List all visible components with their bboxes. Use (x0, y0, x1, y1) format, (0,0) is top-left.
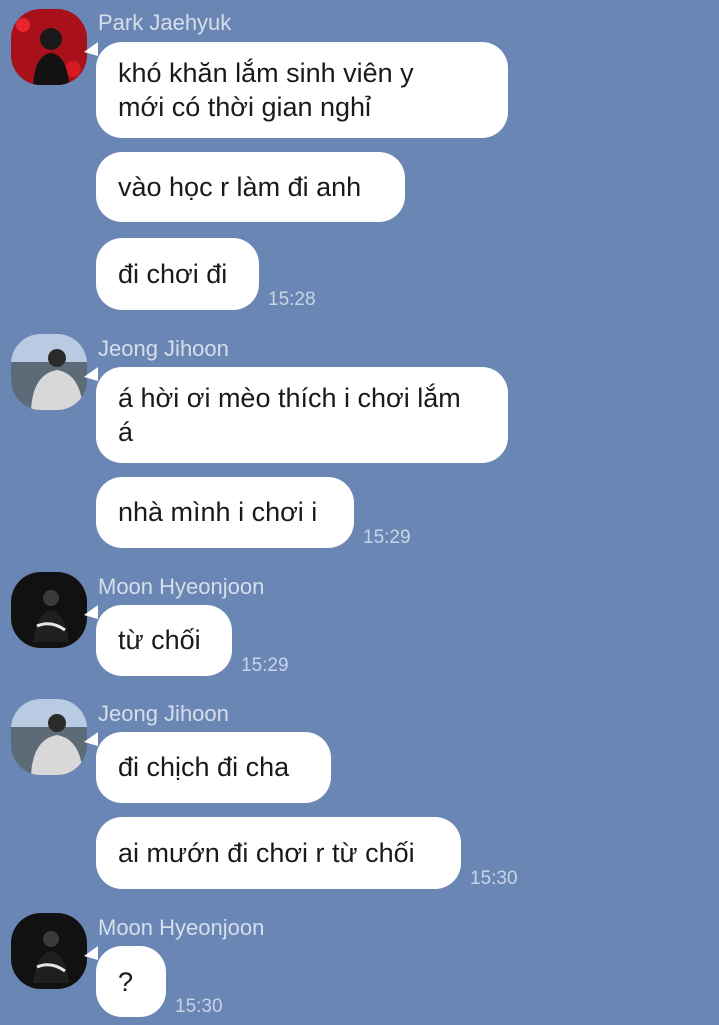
bubble-tail (84, 367, 98, 381)
message-bubble[interactable]: đi chơi đi (96, 238, 259, 310)
message-text: khó khăn lắm sinh viên y (118, 58, 414, 88)
message-time: 15:29 (363, 527, 411, 548)
message-text: đi chịch đi cha (118, 752, 290, 782)
message-time: 15:30 (470, 868, 518, 889)
sender-name: Moon Hyeonjoon (98, 574, 265, 599)
message-time: 15:30 (175, 996, 223, 1017)
message-bubble[interactable]: vào học r làm đi anh (96, 152, 405, 222)
bubble-tail (84, 605, 98, 619)
avatar-dark-image (11, 572, 87, 648)
avatar[interactable] (11, 572, 87, 648)
chat-screen: { "colors": { "background": "#6a86b5", "… (0, 0, 719, 1025)
message-time: 15:29 (241, 655, 289, 676)
avatar-photo-image (11, 334, 87, 410)
message-bubble[interactable]: ? (96, 946, 166, 1017)
avatar-photo-image (11, 699, 87, 775)
avatar[interactable] (11, 9, 87, 85)
avatar-dark-image (11, 913, 87, 989)
message-text: ? (118, 967, 134, 997)
sender-name: Park Jaehyuk (98, 10, 232, 35)
message-text: á hời ơi mèo thích i chơi lắm (118, 383, 461, 413)
avatar[interactable] (11, 699, 87, 775)
message-text: nhà mình i chơi i (118, 497, 318, 527)
sender-name: Jeong Jihoon (98, 336, 229, 361)
message-text: ai mướn đi chơi r từ chối (118, 838, 415, 868)
avatar-red-image (11, 9, 87, 85)
message-text: đi chơi đi (118, 259, 228, 289)
sender-name: Moon Hyeonjoon (98, 915, 265, 940)
message-text: á (118, 417, 134, 447)
message-bubble[interactable]: khó khăn lắm sinh viên y mới có thời gia… (96, 42, 508, 138)
message-bubble[interactable]: ai mướn đi chơi r từ chối (96, 817, 461, 889)
avatar[interactable] (11, 334, 87, 410)
sender-name: Jeong Jihoon (98, 701, 229, 726)
message-text: mới có thời gian nghỉ (118, 92, 372, 122)
bubble-tail (84, 42, 98, 56)
message-bubble[interactable]: từ chối (96, 605, 232, 676)
message-text: từ chối (118, 625, 201, 655)
avatar[interactable] (11, 913, 87, 989)
bubble-tail (84, 732, 98, 746)
message-bubble[interactable]: đi chịch đi cha (96, 732, 331, 803)
bubble-tail (84, 946, 98, 960)
message-text: vào học r làm đi anh (118, 172, 362, 202)
message-bubble[interactable]: á hời ơi mèo thích i chơi lắm á (96, 367, 508, 463)
message-bubble[interactable]: nhà mình i chơi i (96, 477, 354, 548)
message-time: 15:28 (268, 289, 316, 310)
